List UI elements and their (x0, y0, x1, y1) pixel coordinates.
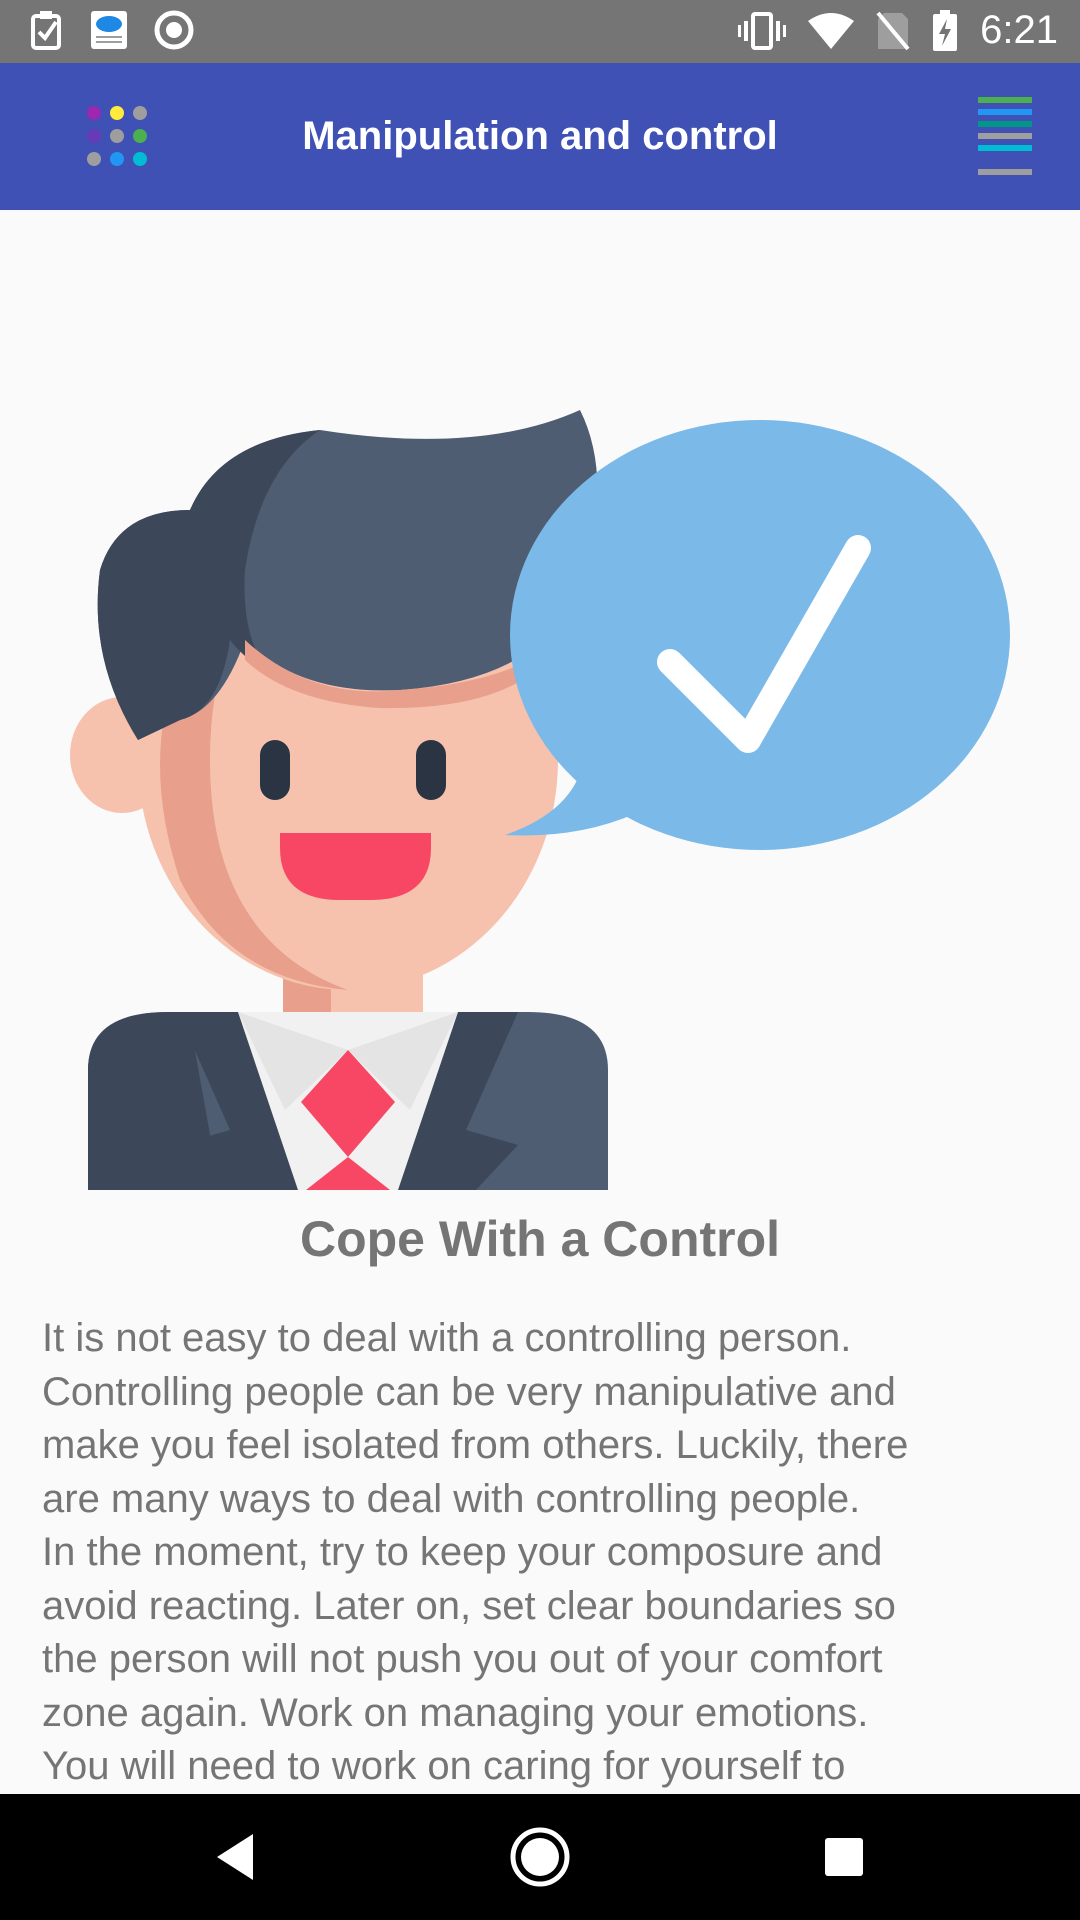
article-title: Cope With a Control (299, 1211, 781, 1267)
home-circle-icon (510, 1827, 570, 1887)
wifi-icon (808, 12, 855, 49)
menu-lines-icon[interactable] (978, 97, 1032, 177)
app-bar: Manipulation and control (0, 63, 1080, 210)
paragraph-line: You will need to work on caring for your… (42, 1744, 846, 1788)
paragraph-line: In the moment, try to keep your composur… (42, 1530, 883, 1574)
paragraph-line: are many ways to deal with controlling p… (42, 1476, 861, 1521)
record-circle-icon (154, 10, 194, 50)
status-time: 6:21 (980, 8, 1058, 52)
no-sim-icon (876, 11, 910, 50)
paragraph-line: It is not easy to deal with a controllin… (42, 1316, 852, 1360)
battery-charging-icon (933, 9, 958, 51)
paragraph-line: the person will not push you out of your… (42, 1637, 883, 1681)
navigation-bar (0, 1794, 1080, 1920)
vibrate-icon (738, 11, 787, 50)
app-title: Manipulation and control (302, 114, 778, 158)
home-button[interactable] (460, 1794, 620, 1920)
recents-button[interactable] (764, 1794, 924, 1920)
weather-app-icon (91, 11, 127, 49)
paragraph-line: Controlling people can be very manipulat… (42, 1369, 896, 1414)
paragraph-line: zone again. Work on managing your emotio… (42, 1690, 869, 1735)
smile (280, 833, 431, 900)
paragraph-line: avoid reacting. Later on, set clear boun… (42, 1583, 896, 1628)
task-check-icon (31, 11, 61, 50)
businessman-checkmark-illustration (70, 410, 1010, 1190)
paragraph-line: make you feel isolated from others. Luck… (42, 1423, 909, 1467)
back-button[interactable] (155, 1794, 315, 1920)
article-body: It is not easy to deal with a controllin… (42, 1312, 1030, 1794)
back-triangle-icon (217, 1834, 253, 1880)
status-bar: 6:21 (0, 0, 1080, 63)
article-content: Cope With a Control It is not easy to de… (0, 210, 1080, 1794)
recents-square-icon (825, 1838, 863, 1876)
